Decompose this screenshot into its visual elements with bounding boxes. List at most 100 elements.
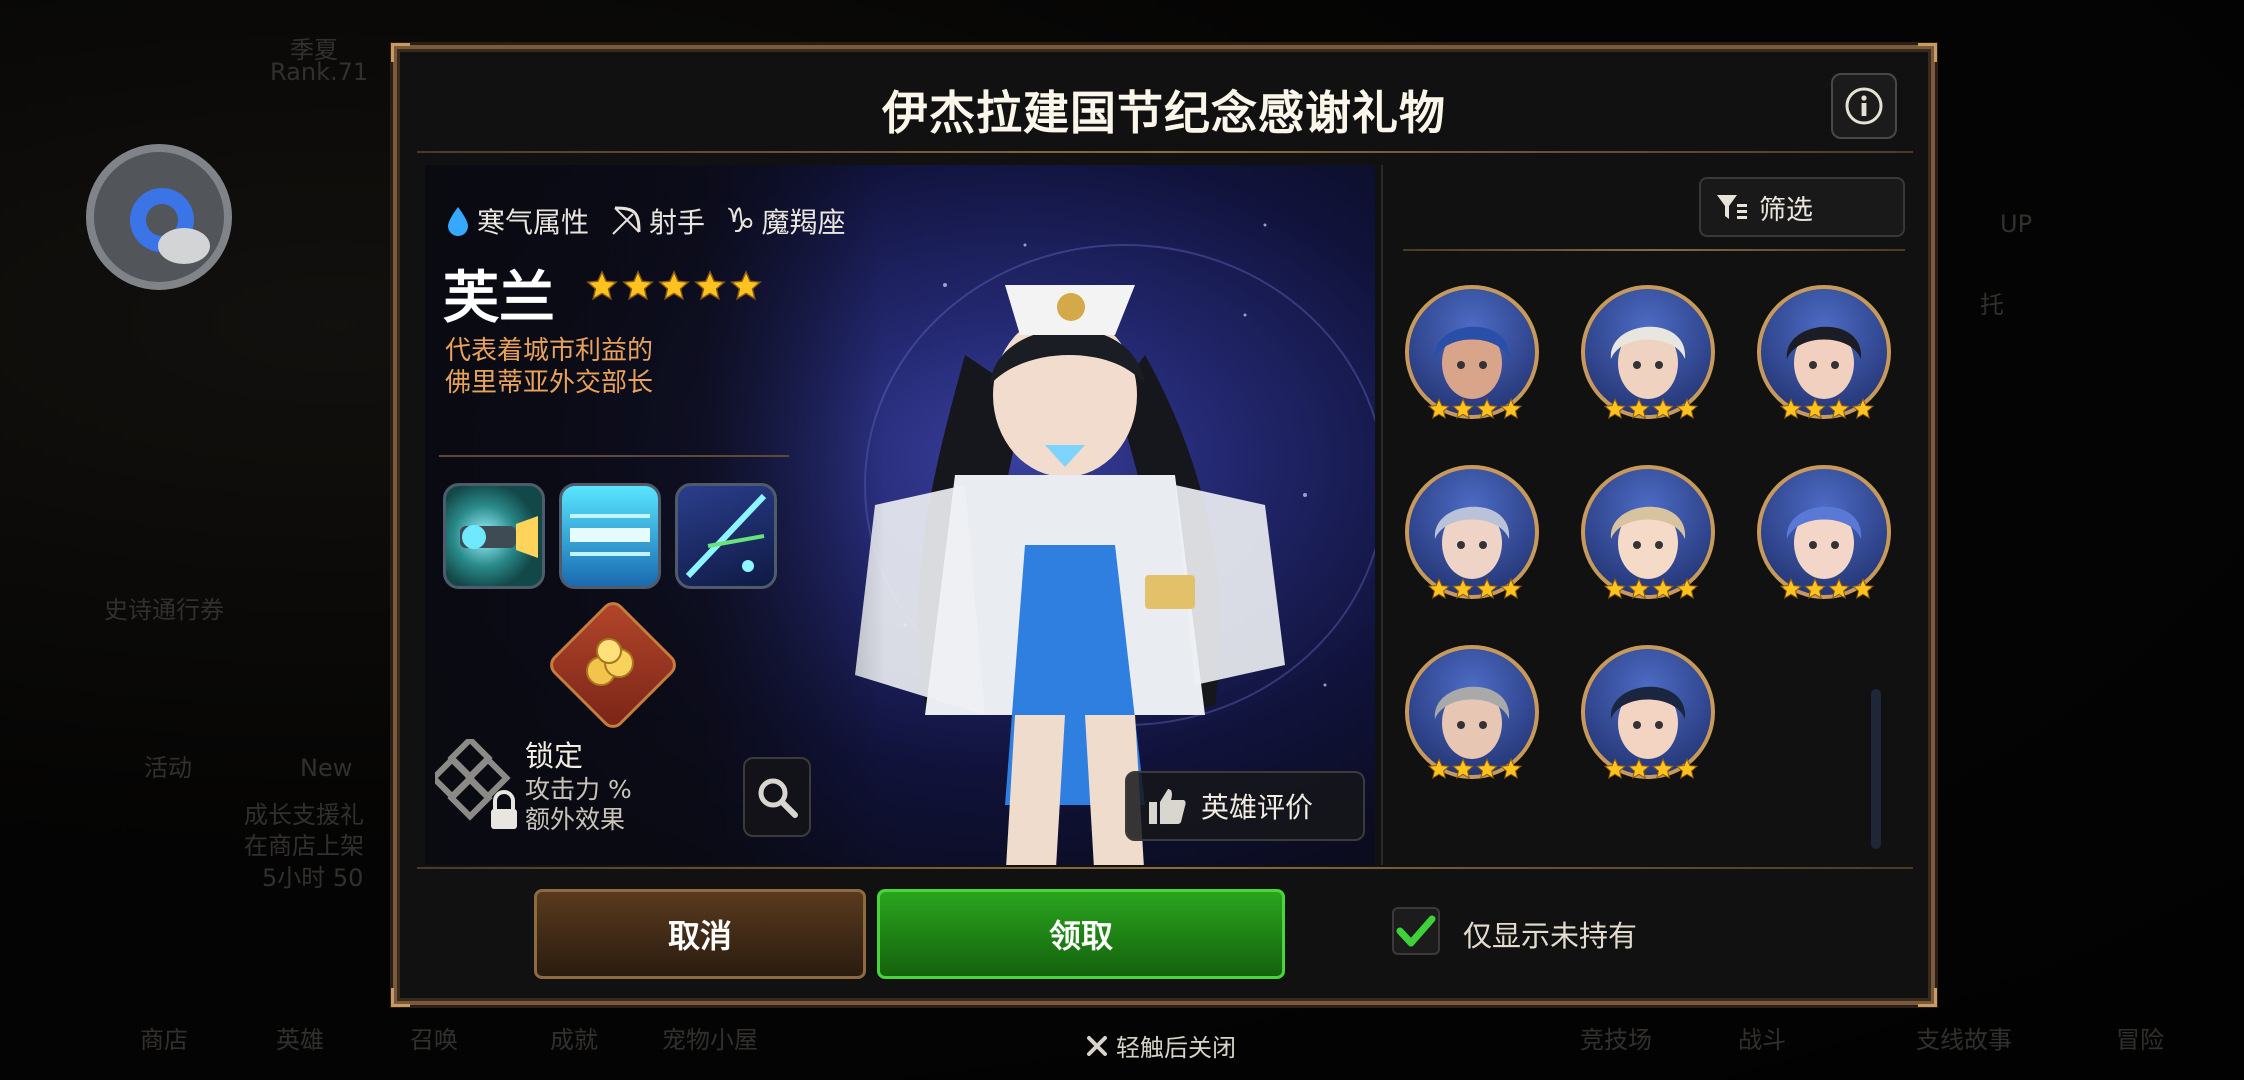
hero-star-rating	[1427, 757, 1523, 781]
hero-list-item[interactable]	[1581, 285, 1721, 425]
capricorn-icon: ♑	[725, 201, 756, 241]
only-unowned-label: 仅显示未持有	[1463, 919, 1638, 953]
star-icon	[1603, 757, 1627, 780]
star-icon	[730, 270, 762, 301]
skill-beam-icon	[570, 514, 650, 556]
star-icon	[1475, 757, 1499, 780]
hero-description-line: 佛里蒂亚外交部长	[445, 368, 654, 398]
hero-star-rating	[1779, 397, 1875, 421]
star-icon	[1827, 397, 1851, 420]
assist-bubble-button[interactable]	[86, 144, 232, 290]
imprint-locked-icon	[435, 739, 517, 829]
attribute-element: 寒气属性	[445, 201, 589, 241]
hero-detail-panel: 寒气属性 射手 ♑ 魔羯座 芙兰 代表着城市利益的 佛里蒂亚外交部长 锁定 攻击…	[425, 165, 1375, 865]
star-icon	[1499, 757, 1523, 780]
coin-pile-icon	[586, 638, 634, 686]
lock-detail: 额外效果	[525, 805, 626, 834]
star-icon	[1675, 757, 1699, 780]
skill-list	[443, 483, 777, 589]
star-icon	[1627, 397, 1651, 420]
lock-title: 锁定	[525, 739, 584, 773]
class-label: 射手	[649, 206, 706, 239]
only-unowned-checkbox[interactable]	[1392, 907, 1440, 955]
hero-list-item[interactable]	[1757, 285, 1897, 425]
star-icon	[1675, 397, 1699, 420]
skill-2-button[interactable]	[559, 483, 661, 589]
hero-star-rating	[1427, 397, 1523, 421]
magnifier-icon	[758, 778, 798, 818]
star-icon	[1827, 577, 1851, 600]
hero-star	[729, 269, 763, 303]
info-button[interactable]	[1831, 73, 1897, 139]
star-icon	[1803, 577, 1827, 600]
zoom-button[interactable]	[743, 757, 811, 837]
hero-star	[657, 269, 691, 303]
hero-star-rating	[1603, 757, 1699, 781]
claim-button[interactable]: 领取	[877, 889, 1285, 979]
checkmark-icon	[1396, 915, 1436, 947]
star-icon	[1451, 397, 1475, 420]
star-icon	[1779, 397, 1803, 420]
star-icon	[586, 270, 618, 301]
hero-star-rating	[1603, 577, 1699, 601]
filter-button[interactable]: 筛选	[1699, 177, 1905, 237]
bow-icon	[612, 206, 641, 235]
star-icon	[1499, 577, 1523, 600]
water-drop-icon	[448, 207, 468, 236]
filter-label: 筛选	[1759, 194, 1813, 226]
star-icon	[1851, 577, 1875, 600]
hero-star-rating	[1427, 577, 1523, 601]
corner-ornament	[391, 988, 410, 1007]
hero-star	[585, 269, 619, 303]
hero-name: 芙兰	[443, 266, 555, 331]
chat-assist-icon	[130, 188, 210, 264]
corner-ornament	[1918, 988, 1937, 1007]
hero-list-scrollbar[interactable]	[1871, 689, 1881, 849]
hero-list-item[interactable]	[1757, 465, 1897, 605]
gift-dialog: 伊杰拉建国节纪念感谢礼物 寒气属性 射手 ♑ 魔羯座 芙兰 代表着城市利益的 佛…	[391, 43, 1937, 1007]
hero-list-item[interactable]	[1405, 285, 1545, 425]
star-icon	[1803, 397, 1827, 420]
close-icon	[1087, 1035, 1107, 1056]
skill-1-button[interactable]	[443, 483, 545, 589]
hero-review-button[interactable]: 英雄评价	[1125, 771, 1365, 841]
hero-star	[621, 269, 655, 303]
star-icon	[1675, 577, 1699, 600]
star-icon	[1451, 577, 1475, 600]
skill-3-button[interactable]	[675, 483, 777, 589]
footer-divider	[417, 867, 1913, 869]
tap-to-close-hint[interactable]: 轻触后关闭	[1086, 1028, 1236, 1063]
star-icon	[1603, 397, 1627, 420]
hero-review-label: 英雄评价	[1201, 791, 1314, 824]
section-divider	[439, 455, 789, 457]
hero-list-item[interactable]	[1581, 465, 1721, 605]
list-divider	[1403, 249, 1905, 251]
star-icon	[1627, 577, 1651, 600]
star-icon	[1475, 577, 1499, 600]
star-icon	[1451, 757, 1475, 780]
hero-star-rating	[1779, 577, 1875, 601]
hero-list-item[interactable]	[1581, 645, 1721, 785]
hero-star	[693, 269, 727, 303]
hero-list-item[interactable]	[1405, 465, 1545, 605]
star-icon	[1427, 397, 1451, 420]
close-hint-label: 轻触后关闭	[1116, 1034, 1236, 1062]
attribute-label: 寒气属性	[477, 206, 590, 239]
star-icon	[1627, 757, 1651, 780]
hero-description-line: 代表着城市利益的	[445, 336, 654, 366]
star-icon	[1499, 397, 1523, 420]
title-divider	[417, 151, 1913, 153]
skill-gun-icon	[460, 516, 538, 558]
hero-list-item[interactable]	[1405, 645, 1545, 785]
attribute-class: 射手	[609, 201, 705, 241]
hero-description: 代表着城市利益的 佛里蒂亚外交部长	[445, 335, 653, 399]
star-icon	[694, 270, 726, 301]
corner-ornament	[1918, 43, 1937, 62]
star-icon	[658, 270, 690, 301]
star-icon	[622, 270, 654, 301]
cancel-button[interactable]: 取消	[534, 889, 866, 979]
star-icon	[1427, 757, 1451, 780]
imprint-lock-info: 锁定 攻击力 % 额外效果	[525, 733, 632, 835]
attribute-zodiac: ♑ 魔羯座	[725, 201, 846, 241]
hero-star-rating	[585, 269, 763, 303]
